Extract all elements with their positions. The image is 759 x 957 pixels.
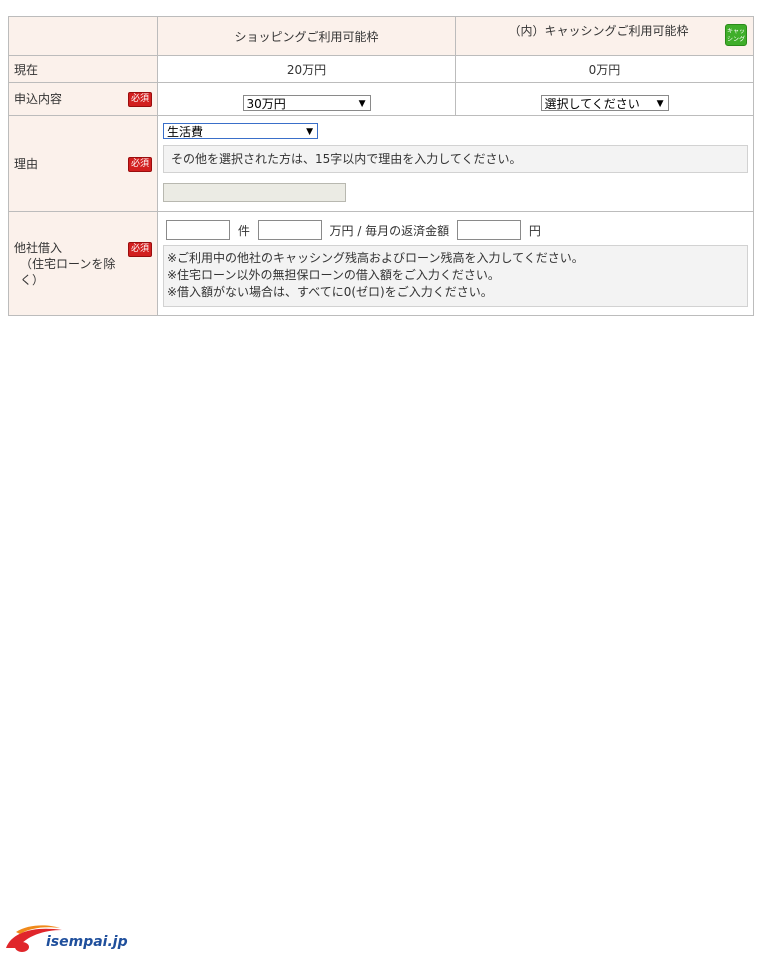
- required-badge: 必須: [127, 241, 152, 257]
- count-unit: 件: [237, 223, 250, 238]
- other-loans-sublabel: （住宅ローンを除く）: [20, 256, 116, 287]
- required-badge: 必須: [127, 156, 152, 172]
- other-loans-cell: 件 万円 / 毎月の返済金額 円 ※ご利用中の他社のキャッシング残高およびローン…: [157, 211, 754, 316]
- yen-unit: 円: [528, 223, 541, 238]
- logo-text: isempai.jp: [46, 934, 128, 950]
- cashing-limit-header: （内）キャッシングご利用可能枠 キャッシング: [455, 16, 754, 56]
- reason-label: 理由: [14, 156, 39, 171]
- row-label-apply: 申込内容 必須: [8, 82, 158, 116]
- shopping-limit-header-label: ショッピングご利用可能枠: [234, 29, 379, 44]
- header-corner: [8, 16, 158, 56]
- dropdown-arrow-icon: ▼: [306, 127, 313, 137]
- row-label-current: 現在: [8, 55, 158, 83]
- required-badge: 必須: [127, 92, 152, 107]
- note-line: ※住宅ローン以外の無担保ローンの借入額をご入力ください。: [167, 268, 500, 282]
- current-shopping-value: 20万円: [157, 55, 456, 83]
- site-logo[interactable]: isempai.jp: [4, 920, 128, 954]
- reason-select[interactable]: 生活費 ▼: [163, 123, 318, 139]
- credit-limit-form: ショッピングご利用可能枠 （内）キャッシングご利用可能枠 キャッシング 現在 2…: [8, 16, 754, 316]
- reason-other-input[interactable]: [163, 183, 346, 202]
- loan-count-input[interactable]: [166, 220, 230, 240]
- reason-cell: 生活費 ▼ その他を選択された方は、15字以内で理由を入力してください。: [157, 115, 754, 212]
- current-cashing-value: 0万円: [455, 55, 754, 83]
- apply-label: 申込内容: [14, 92, 63, 106]
- other-loans-inputs: 件 万円 / 毎月の返済金額 円: [163, 220, 748, 242]
- cashing-amount-select[interactable]: 選択してください ▼: [540, 95, 669, 111]
- apply-shopping-cell: 30万円 ▼: [157, 82, 456, 116]
- loan-amount-input[interactable]: [257, 220, 322, 240]
- row-label-other-loans: 必須 他社借入 （住宅ローンを除く）: [8, 211, 158, 316]
- apply-cashing-cell: 選択してください ▼: [455, 82, 754, 116]
- dropdown-arrow-icon: ▼: [358, 99, 366, 109]
- shopping-limit-header: ショッピングご利用可能枠: [157, 16, 456, 56]
- note-line: ※借入額がない場合は、すべてに0(ゼロ)をご入力ください。: [167, 285, 493, 299]
- cashing-badge-icon: キャッシング: [725, 24, 747, 46]
- monthly-payment-input[interactable]: [457, 220, 522, 240]
- shopping-amount-select[interactable]: 30万円 ▼: [242, 95, 371, 111]
- dropdown-arrow-icon: ▼: [656, 99, 664, 109]
- amount-unit: 万円 / 毎月の返済金額: [329, 223, 450, 238]
- row-label-reason: 理由 必須: [8, 115, 158, 212]
- note-line: ※ご利用中の他社のキャッシング残高およびローン残高を入力してください。: [167, 251, 584, 265]
- other-loans-notes: ※ご利用中の他社のキャッシング残高およびローン残高を入力してください。 ※住宅ロ…: [163, 245, 748, 307]
- cashing-limit-header-label: （内）キャッシングご利用可能枠: [508, 23, 689, 38]
- current-label: 現在: [14, 62, 39, 77]
- reason-note: その他を選択された方は、15字以内で理由を入力してください。: [163, 145, 748, 173]
